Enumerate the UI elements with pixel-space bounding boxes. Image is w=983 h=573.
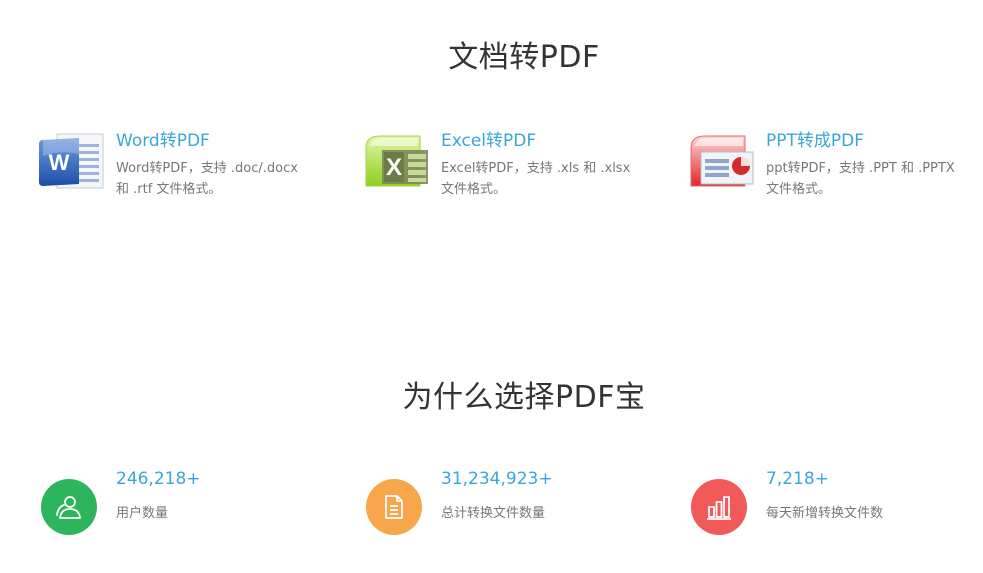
feature-desc-line: 文件格式。 [766,182,832,197]
excel-sheet-icon: X [364,132,432,190]
feature-description: Excel转PDF，支持 .xls 和 .xlsx 文件格式。 [441,158,656,200]
stat-value: 7,218+ [766,469,829,489]
ppt-slide-icon [689,132,757,190]
bar-chart-icon [691,479,747,535]
feature-title[interactable]: Word转PDF [116,126,210,151]
feature-excel-to-pdf[interactable]: X Excel转PDF Excel转PDF，支持 .xls 和 .xlsx 文件… [364,126,664,216]
feature-desc-line: Excel转PDF，支持 .xls 和 .xlsx [441,161,631,176]
feature-ppt-to-pdf[interactable]: PPT转成PDF ppt转PDF，支持 .PPT 和 .PPTX 文件格式。 [689,126,983,216]
section-title-convert: 文档转PDF [448,40,600,75]
user-icon [41,479,97,535]
feature-desc-line: 文件格式。 [441,182,507,197]
feature-desc-line: ppt转PDF，支持 .PPT 和 .PPTX [766,161,955,176]
stat-label: 总计转换文件数量 [441,506,546,521]
feature-description: ppt转PDF，支持 .PPT 和 .PPTX 文件格式。 [766,158,981,200]
feature-word-to-pdf[interactable]: W Word转PDF Word转PDF，支持 .doc/.docx 和 .rtf… [39,126,339,216]
feature-title[interactable]: Excel转PDF [441,126,536,151]
stat-label: 每天新增转换文件数 [766,506,884,521]
feature-desc-line: 和 .rtf 文件格式。 [116,182,222,197]
feature-desc-line: Word转PDF，支持 .doc/.docx [116,161,298,176]
stat-label: 用户数量 [116,506,169,521]
stat-total-files: 31,234,923+ 总计转换文件数量 [364,468,664,538]
stat-value: 31,234,923+ [441,469,553,489]
document-icon [366,479,422,535]
word-doc-icon: W [39,132,107,190]
feature-title[interactable]: PPT转成PDF [766,126,864,151]
svg-text:X: X [386,154,402,181]
feature-description: Word转PDF，支持 .doc/.docx 和 .rtf 文件格式。 [116,158,331,200]
stat-users: 246,218+ 用户数量 [39,468,339,538]
stat-daily-files: 7,218+ 每天新增转换文件数 [689,468,983,538]
svg-text:W: W [49,150,70,175]
section-title-why: 为什么选择PDF宝 [402,380,646,415]
stat-value: 246,218+ [116,469,201,489]
